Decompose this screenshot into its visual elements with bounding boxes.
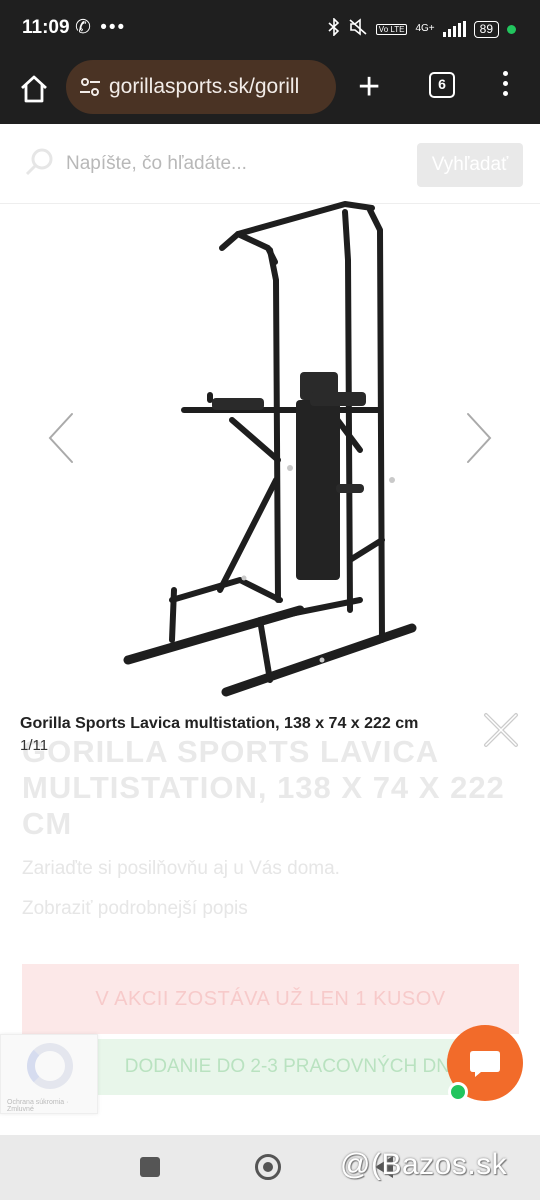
online-status-icon: [448, 1082, 468, 1102]
volte-badge: Vo LTE: [375, 23, 408, 35]
recaptcha-text: Ochrana súkromia · Zmluvné: [7, 1099, 69, 1113]
home-button-icon[interactable]: [255, 1154, 281, 1180]
home-icon[interactable]: [16, 71, 52, 107]
search-bar: Vyhľadať: [0, 124, 540, 204]
image-lightbox: [0, 200, 540, 700]
menu-icon[interactable]: [503, 71, 511, 101]
product-image: [123, 201, 417, 697]
product-title: GORILLA SPORTS LAVICA MULTISTATION, 138 …: [22, 734, 505, 841]
recents-icon[interactable]: [140, 1157, 160, 1177]
image-counter: 1/11: [20, 737, 49, 754]
new-tab-icon[interactable]: +: [358, 68, 380, 106]
system-nav-bar: @(Bazos.sk: [0, 1135, 540, 1200]
chat-icon: [470, 1051, 500, 1077]
address-bar[interactable]: gorillasports.sk/gorill: [66, 60, 336, 114]
signal-icon: [442, 21, 466, 37]
recaptcha-badge[interactable]: Ochrana súkromia · Zmluvné: [0, 1034, 98, 1114]
status-bar: 11:09 ✆ ••• Vo LTE 4G+ 89: [0, 0, 540, 58]
network-type: 4G+: [415, 23, 435, 34]
next-image-arrow-icon[interactable]: [456, 408, 500, 468]
url-text[interactable]: gorillasports.sk/gorill: [109, 75, 299, 99]
delivery-banner: DODANIE DO 2-3 PRACOVNÝCH DNÍ: [80, 1039, 500, 1095]
stock-banner: V AKCII ZOSTÁVA UŽ LEN 1 KUSOV: [22, 964, 519, 1034]
bluetooth-icon: [328, 17, 340, 40]
watermark: @(Bazos.sk: [340, 1148, 508, 1181]
product-tagline: Zariaďte si posilňovňu aj u Vás doma.: [22, 858, 340, 879]
previous-image-arrow-icon[interactable]: [40, 408, 84, 468]
search-button[interactable]: Vyhľadať: [417, 143, 523, 187]
privacy-indicator-icon: [507, 24, 516, 34]
search-input[interactable]: [66, 144, 396, 184]
tab-switcher-icon[interactable]: 6: [429, 72, 455, 98]
clock: 11:09: [22, 17, 70, 38]
status-icons: Vo LTE 4G+ 89: [328, 17, 516, 40]
recaptcha-icon: [27, 1043, 73, 1089]
image-caption: Gorilla Sports Lavica multistation, 138 …: [20, 715, 419, 732]
browser-toolbar: gorillasports.sk/gorill + 6: [0, 58, 540, 124]
notification-icons: ✆ •••: [75, 17, 127, 38]
show-details-link[interactable]: Zobraziť podrobnejší popis: [22, 898, 248, 920]
search-icon: [24, 146, 56, 178]
close-icon[interactable]: [482, 711, 520, 749]
site-settings-icon[interactable]: [78, 75, 102, 99]
battery-icon: 89: [473, 20, 499, 38]
mute-icon: [348, 18, 368, 40]
